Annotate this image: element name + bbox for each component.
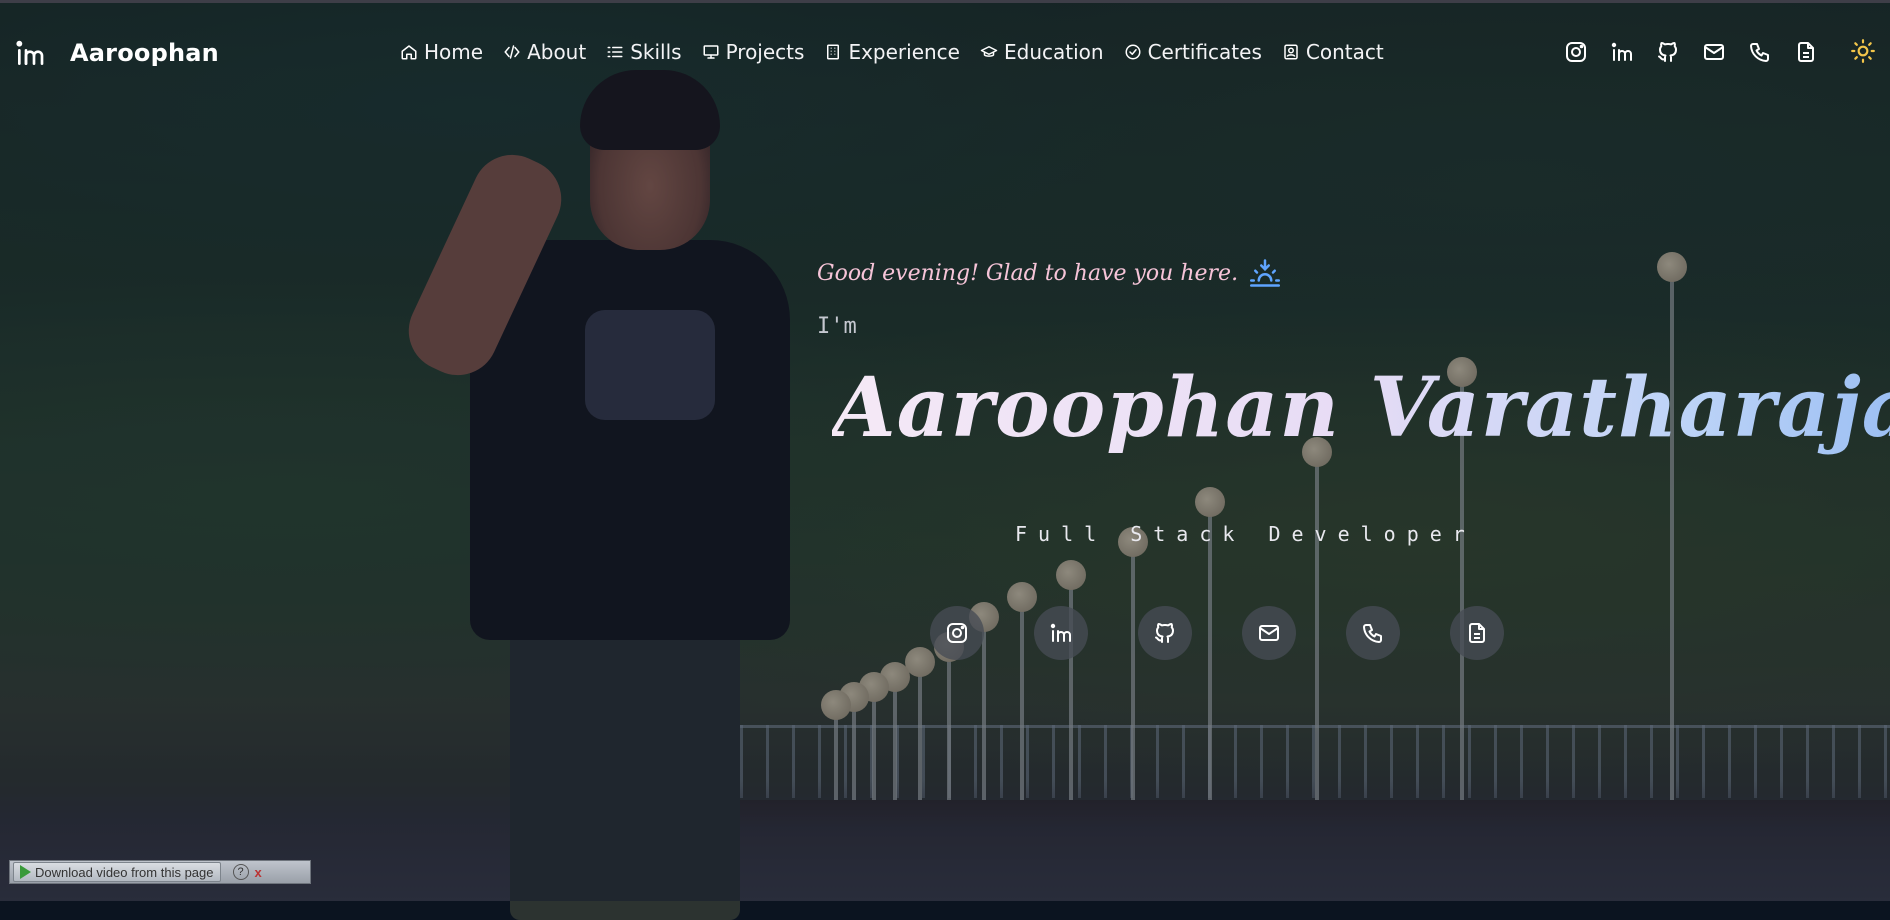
greeting-text: Good evening! Glad to have you here. <box>817 260 1239 286</box>
play-icon <box>20 865 31 879</box>
instagram-icon <box>945 621 969 645</box>
hero-name: Aaroophan Varatharajan <box>832 360 1890 456</box>
home-icon <box>400 43 418 61</box>
presentation-icon <box>702 43 720 61</box>
intro-text: I'm <box>817 314 857 339</box>
nav-item-experience[interactable]: Experience <box>824 40 960 64</box>
instagram-button[interactable] <box>930 606 984 660</box>
nav-label: Certificates <box>1147 40 1262 64</box>
brand[interactable]: Aaroophan <box>14 37 219 69</box>
nav-label: About <box>527 40 587 64</box>
help-button[interactable]: ? <box>232 864 249 880</box>
nav-item-skills[interactable]: Skills <box>606 40 682 64</box>
code-icon <box>503 43 521 61</box>
nav-item-certificates[interactable]: Certificates <box>1124 40 1262 64</box>
resume-icon[interactable] <box>1794 40 1818 64</box>
site-header: Aaroophan Home About Skills Projects Exp… <box>0 0 1890 106</box>
mail-button[interactable] <box>1242 606 1296 660</box>
download-video-label: Download video from this page <box>35 864 214 880</box>
contact-card-icon <box>1282 43 1300 61</box>
badge-check-icon <box>1124 43 1142 61</box>
github-icon[interactable] <box>1656 40 1680 64</box>
header-social-links <box>1564 40 1818 64</box>
theme-toggle-button[interactable] <box>1850 38 1876 64</box>
nav-item-education[interactable]: Education <box>980 40 1104 64</box>
greeting: Good evening! Glad to have you here. <box>817 258 1281 288</box>
nav-label: Experience <box>848 40 960 64</box>
resume-icon <box>1465 621 1489 645</box>
nav-item-projects[interactable]: Projects <box>702 40 805 64</box>
nav-label: Skills <box>630 40 682 64</box>
nav-item-home[interactable]: Home <box>400 40 483 64</box>
list-icon <box>606 43 624 61</box>
nav-label: Contact <box>1305 40 1384 64</box>
download-video-bar: Download video from this page ? x <box>9 860 311 884</box>
instagram-icon[interactable] <box>1564 40 1588 64</box>
nav-label: Education <box>1003 40 1104 64</box>
linkedin-icon <box>14 37 46 69</box>
nav-label: Projects <box>725 40 805 64</box>
hero-social-links <box>930 606 1504 660</box>
github-icon <box>1153 621 1177 645</box>
nav-item-contact[interactable]: Contact <box>1282 40 1384 64</box>
main-nav: Home About Skills Projects Experience Ed… <box>400 40 1384 64</box>
linkedin-icon[interactable] <box>1610 40 1634 64</box>
hero-role: Full Stack Developer <box>1015 522 1476 546</box>
sunset-icon <box>1250 258 1281 288</box>
linkedin-button[interactable] <box>1034 606 1088 660</box>
mail-icon[interactable] <box>1702 40 1726 64</box>
phone-icon <box>1361 621 1385 645</box>
github-button[interactable] <box>1138 606 1192 660</box>
phone-button[interactable] <box>1346 606 1400 660</box>
sun-icon <box>1850 38 1876 64</box>
graduation-cap-icon <box>980 43 998 61</box>
resume-button[interactable] <box>1450 606 1504 660</box>
brand-name: Aaroophan <box>70 39 219 67</box>
download-video-button[interactable]: Download video from this page <box>13 862 221 882</box>
mail-icon <box>1257 621 1281 645</box>
building-icon <box>824 43 842 61</box>
close-button[interactable]: x <box>255 865 262 880</box>
phone-icon[interactable] <box>1748 40 1772 64</box>
nav-label: Home <box>424 40 484 64</box>
nav-item-about[interactable]: About <box>503 40 586 64</box>
linkedin-icon <box>1049 621 1073 645</box>
